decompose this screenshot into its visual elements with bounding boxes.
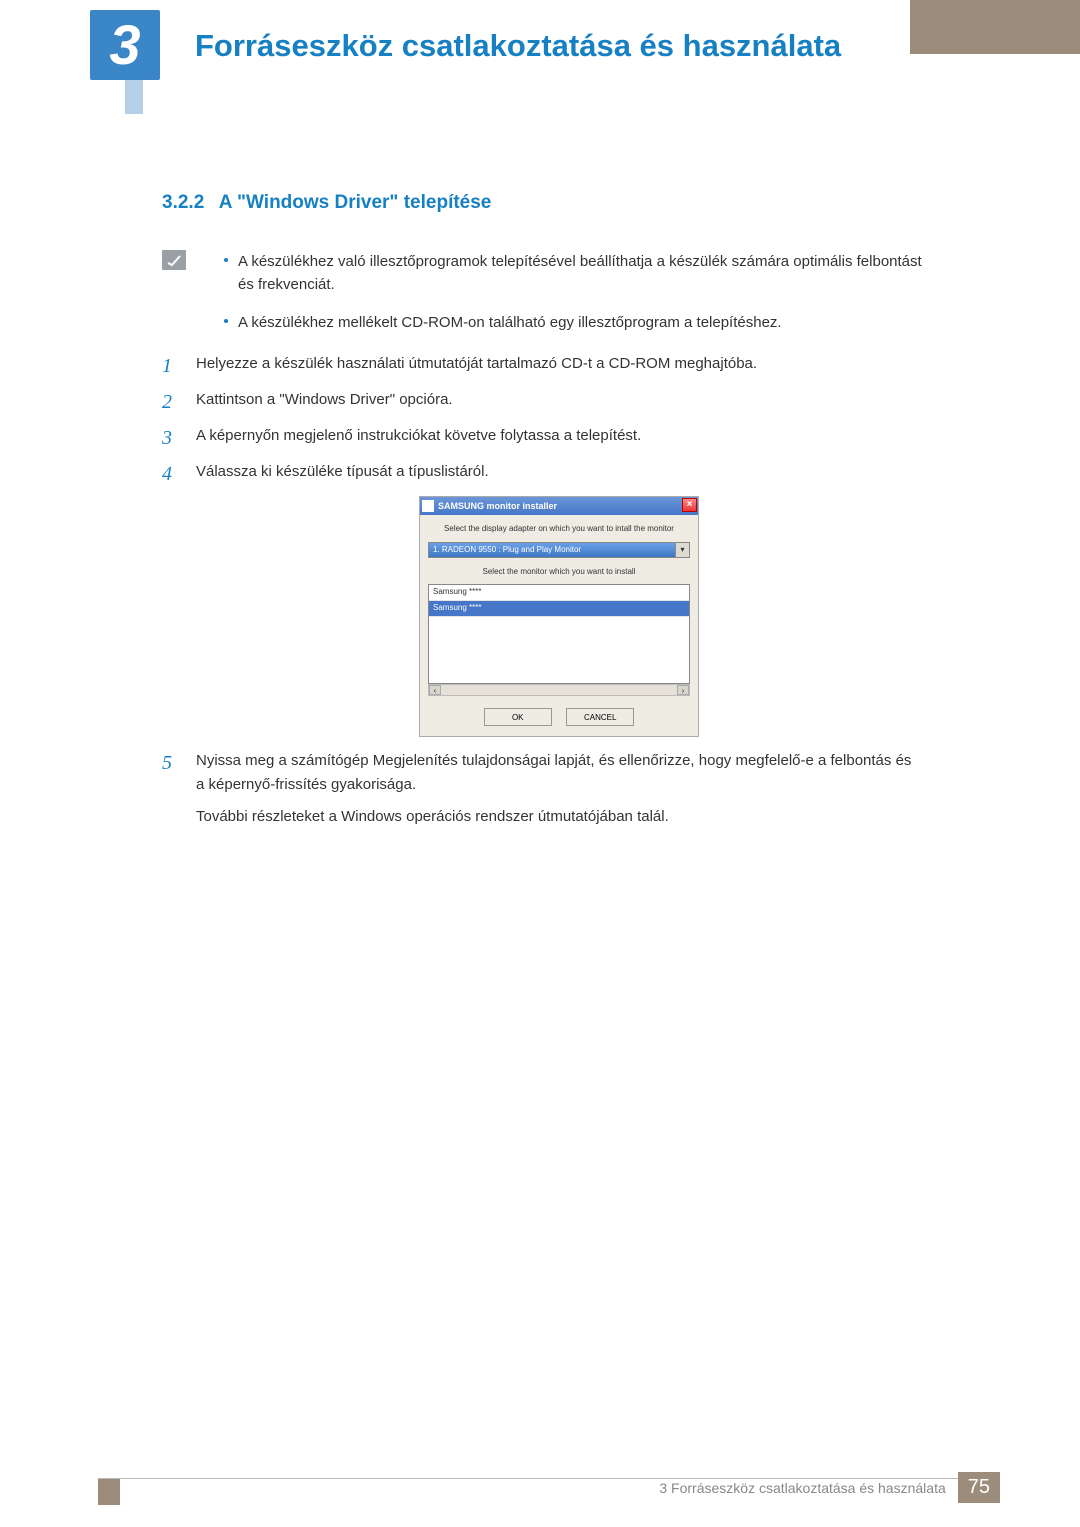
step-number: 1 [162, 350, 186, 382]
chapter-title: Forráseszköz csatlakoztatása és használa… [195, 28, 841, 64]
installer-button-row: OK CANCEL [420, 696, 698, 726]
monitor-listbox[interactable]: Samsung **** Samsung **** [428, 584, 690, 684]
step-number: 5 [162, 747, 186, 779]
steps-list: 1 Helyezze a készülék használati útmutat… [162, 352, 922, 830]
section-title: A "Windows Driver" telepítése [219, 192, 492, 213]
app-icon [422, 500, 434, 512]
note-item: A készülékhez való illesztőprogramok tel… [224, 250, 922, 297]
step-number: 2 [162, 386, 186, 418]
ok-button[interactable]: OK [484, 708, 552, 726]
step-text: Kattintson a "Windows Driver" opcióra. [196, 391, 453, 408]
scroll-right-icon[interactable]: › [677, 685, 689, 695]
step-item: 3 A képernyőn megjelenő instrukciókat kö… [162, 424, 922, 448]
content-area: 3.2.2 A "Windows Driver" telepítése A ké… [162, 192, 922, 841]
section-number: 3.2.2 [162, 192, 204, 214]
step-text: A képernyőn megjelenő instrukciókat köve… [196, 427, 641, 444]
installer-title: SAMSUNG monitor installer [438, 499, 557, 513]
header-accent-bar [910, 0, 1080, 54]
installer-instruction: Select the display adapter on which you … [420, 515, 698, 542]
step-text: További részleteket a Windows operációs … [196, 805, 669, 829]
note-block: A készülékhez való illesztőprogramok tel… [162, 250, 922, 334]
scroll-left-icon[interactable]: ‹ [429, 685, 441, 695]
list-item[interactable]: Samsung **** [429, 585, 689, 601]
step-text: Nyissa meg a számítógép Megjelenítés tul… [196, 752, 911, 793]
step-item: 2 Kattintson a "Windows Driver" opcióra. [162, 388, 922, 412]
footer: 3 Forráseszköz csatlakoztatása és haszná… [659, 1472, 1000, 1503]
close-icon[interactable]: × [682, 498, 697, 512]
step-text: Helyezze a készülék használati útmutatój… [196, 355, 757, 372]
step-item: 5 Nyissa meg a számítógép Megjelenítés t… [162, 749, 922, 829]
step-number: 4 [162, 458, 186, 490]
adapter-selected: 1. RADEON 9550 : Plug and Play Monitor [433, 545, 581, 554]
list-item[interactable]: Samsung **** [429, 601, 689, 617]
horizontal-scrollbar[interactable]: ‹ › [428, 684, 690, 696]
step-item: 4 Válassza ki készüléke típusát a típusl… [162, 460, 922, 738]
note-item: A készülékhez mellékelt CD-ROM-on találh… [224, 311, 922, 334]
installer-titlebar: SAMSUNG monitor installer × [420, 497, 698, 515]
footer-accent-tab [98, 1479, 120, 1505]
footer-chapter-title: 3 Forráseszköz csatlakoztatása és haszná… [659, 1480, 945, 1496]
cancel-button[interactable]: CANCEL [566, 708, 634, 726]
section-heading: 3.2.2 A "Windows Driver" telepítése [162, 192, 922, 214]
step-text: Válassza ki készüléke típusát a típuslis… [196, 463, 489, 480]
step-number: 3 [162, 422, 186, 454]
step-item: 1 Helyezze a készülék használati útmutat… [162, 352, 922, 376]
note-icon [162, 250, 186, 270]
installer-window: SAMSUNG monitor installer × Select the d… [419, 496, 699, 738]
chapter-number-box: 3 [90, 10, 160, 80]
chevron-down-icon[interactable]: ▾ [675, 543, 689, 557]
adapter-dropdown[interactable]: 1. RADEON 9550 : Plug and Play Monitor ▾ [428, 542, 690, 558]
installer-instruction: Select the monitor which you want to ins… [420, 558, 698, 585]
page-number: 75 [958, 1472, 1000, 1503]
